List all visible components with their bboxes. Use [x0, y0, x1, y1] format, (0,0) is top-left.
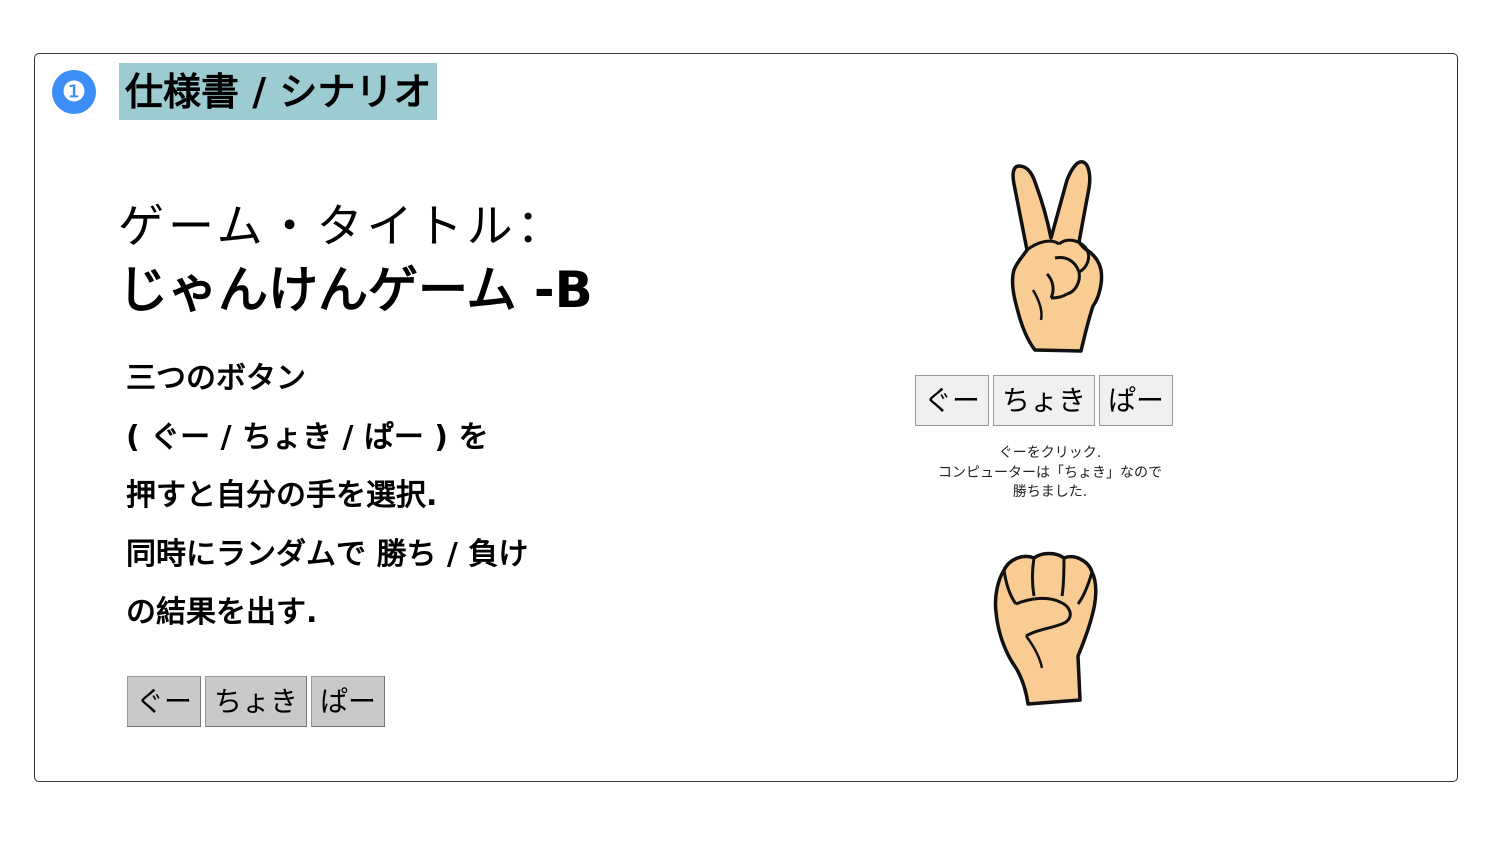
- description-line: 押すと自分の手を選択.: [126, 478, 438, 513]
- demo-paper-button[interactable]: ぱー: [1099, 375, 1174, 426]
- demo-rock-button[interactable]: ぐー: [915, 375, 990, 426]
- section-title: 仕様書 / シナリオ: [119, 63, 438, 120]
- description-line: ( ぐー / ちょき / ぱー ) を: [126, 419, 489, 455]
- peace-hand-icon: [1010, 160, 1104, 353]
- section-number-badge: ❶: [52, 70, 96, 114]
- sample-button-row: ぐー ちょき ぱー: [127, 676, 386, 727]
- result-message: ぐーをクリック. コンピューターは「ちょき」なので 勝ちました.: [900, 444, 1200, 503]
- game-title: じゃんけんゲーム -B: [118, 261, 593, 319]
- scissors-button[interactable]: ちょき: [205, 676, 308, 727]
- result-line: 勝ちました.: [1012, 484, 1088, 500]
- fist-hand-icon: [993, 551, 1098, 706]
- paper-button[interactable]: ぱー: [311, 676, 386, 727]
- demo-scissors-button[interactable]: ちょき: [993, 375, 1096, 426]
- description-line: の結果を出す.: [126, 595, 318, 630]
- game-title-label: ゲーム・タイトル：: [118, 199, 567, 253]
- description-line: 三つのボタン: [126, 361, 306, 396]
- demo-button-row: ぐー ちょき ぱー: [915, 375, 1174, 426]
- description-line: 同時にランダムで 勝ち / 負け: [126, 536, 529, 572]
- result-line: ぐーをクリック.: [998, 445, 1102, 461]
- game-description: 三つのボタン ( ぐー / ちょき / ぱー ) を 押すと自分の手を選択. 同…: [126, 350, 646, 643]
- result-line: コンピューターは「ちょき」なので: [938, 464, 1162, 481]
- rock-button[interactable]: ぐー: [127, 676, 202, 727]
